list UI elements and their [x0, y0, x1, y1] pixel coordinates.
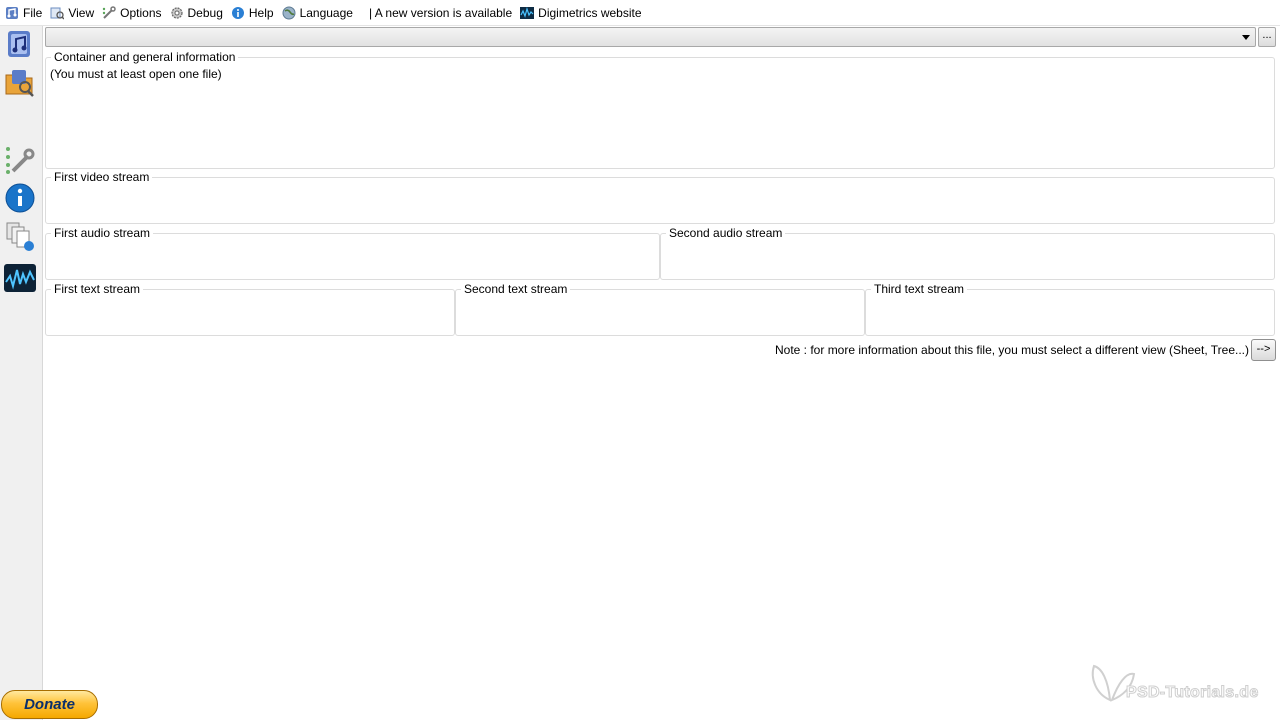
file-selector-dropdown[interactable] [45, 27, 1256, 47]
open-file-icon [8, 31, 30, 57]
watermark: PSD-Tutorials.de [1088, 660, 1259, 704]
audio-stream-1-group: First audio stream [45, 226, 660, 280]
export-button[interactable] [4, 220, 36, 252]
text-stream-3-group: Third text stream [865, 282, 1275, 336]
donate-label: Donate [24, 696, 75, 713]
menu-view-label: View [68, 5, 95, 20]
waveform-button[interactable] [4, 262, 36, 294]
menu-options-label: Options [120, 5, 162, 20]
about-button[interactable] [4, 182, 36, 214]
open-folder-icon [5, 70, 34, 97]
text-stream-1-group: First text stream [45, 282, 455, 336]
options-icon [102, 5, 116, 19]
text-stream-1-legend: First text stream [51, 282, 144, 297]
export-icon [6, 222, 34, 251]
text-stream-2-legend: Second text stream [461, 282, 571, 297]
preferences-button[interactable] [4, 144, 36, 176]
language-globe-icon [282, 6, 296, 19]
video-stream-1-group: First video stream [45, 170, 1275, 224]
view-note-text: Note : for more information about this f… [775, 343, 1249, 357]
menu-view[interactable]: View [48, 2, 100, 24]
general-info-legend: Container and general information [51, 50, 239, 65]
preferences-icon [6, 147, 35, 174]
general-info-text: (You must at least open one file) [50, 67, 222, 81]
general-info-group: Container and general information (You m… [45, 50, 1275, 169]
audio-stream-2-legend: Second audio stream [666, 226, 786, 241]
watermark-text: PSD-Tutorials.de [1126, 684, 1259, 702]
audio-stream-1-legend: First audio stream [51, 226, 154, 241]
menu-debug-label: Debug [187, 5, 223, 20]
menu-bar: File View Options Debug Help Language | … [0, 0, 1280, 26]
waveform-icon [4, 264, 36, 292]
donate-button[interactable]: Donate [1, 690, 98, 719]
browse-button[interactable]: ... [1258, 27, 1276, 47]
info-icon [5, 183, 35, 213]
menu-language-label: Language [299, 5, 353, 20]
menu-website[interactable]: Digimetrics website [518, 2, 647, 24]
chevron-down-icon [1242, 35, 1250, 40]
menu-language[interactable]: Language [280, 2, 359, 24]
audio-stream-2-group: Second audio stream [660, 226, 1275, 280]
new-version-link[interactable]: | A new version is available [369, 6, 512, 20]
debug-gear-icon [170, 6, 183, 19]
menu-help-label: Help [248, 5, 274, 20]
digimetrics-logo-icon [520, 6, 535, 19]
menu-file-label: File [23, 5, 43, 20]
menu-file[interactable]: File [3, 2, 48, 24]
menu-help[interactable]: Help [229, 2, 280, 24]
help-icon [231, 6, 244, 19]
view-icon [50, 7, 65, 20]
menu-website-label: Digimetrics website [538, 5, 642, 20]
video-stream-1-legend: First video stream [51, 170, 153, 185]
menu-options[interactable]: Options [100, 2, 167, 24]
text-stream-2-group: Second text stream [455, 282, 865, 336]
menu-debug[interactable]: Debug [168, 2, 229, 24]
text-stream-3-legend: Third text stream [871, 282, 968, 297]
left-toolbar [0, 26, 43, 720]
open-folder-button[interactable] [4, 66, 36, 98]
mediainfo-app-icon [6, 6, 18, 19]
open-file-button[interactable] [4, 28, 36, 60]
next-view-button[interactable]: --> [1251, 339, 1276, 361]
